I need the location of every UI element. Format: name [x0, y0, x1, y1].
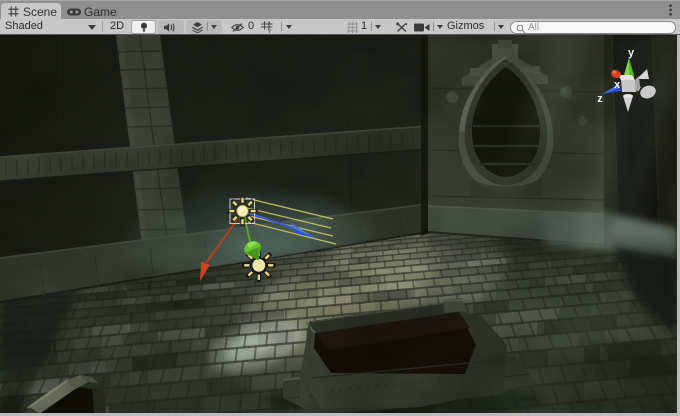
svg-text:Y: Y: [267, 29, 272, 35]
svg-text:z: z: [597, 93, 603, 105]
svg-text:x: x: [614, 79, 621, 91]
svg-text:y: y: [628, 47, 635, 59]
